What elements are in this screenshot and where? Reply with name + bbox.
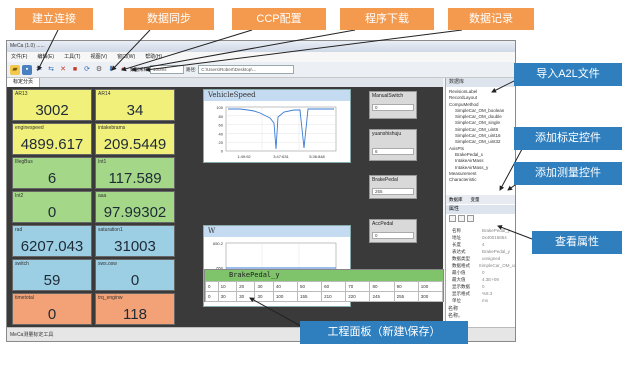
annotated-screenshot: MeCa (1.0) ...... 文件(F) 编辑(E) 工具(T) 视图(V… bbox=[0, 0, 630, 381]
callout-record: 数据记录 bbox=[448, 8, 534, 30]
arrow-download bbox=[131, 29, 356, 72]
arrow-record bbox=[145, 29, 463, 72]
callout-view-props: 查看属性 bbox=[532, 231, 622, 254]
arrow-sync bbox=[111, 29, 151, 71]
arrow-connect bbox=[37, 29, 59, 71]
callout-project-panel: 工程面板（新建\保存） bbox=[300, 321, 468, 344]
callout-connect: 建立连接 bbox=[15, 8, 93, 30]
callout-import-a2l: 导入A2L文件 bbox=[514, 63, 622, 86]
callout-add-measure: 添加测量控件 bbox=[514, 162, 622, 185]
callout-ccp: CCP配置 bbox=[232, 8, 326, 30]
callout-add-calib: 添加标定控件 bbox=[514, 127, 622, 150]
arrow-ccp bbox=[121, 29, 253, 72]
callout-download: 程序下载 bbox=[340, 8, 434, 30]
callout-sync: 数据同步 bbox=[124, 8, 214, 30]
